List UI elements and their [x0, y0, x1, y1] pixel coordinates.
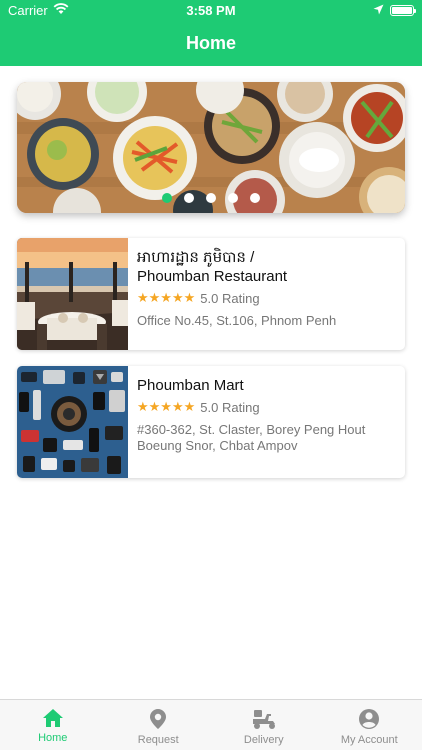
location-arrow-icon	[373, 3, 384, 18]
store-rating: ★★★★★ 5.0 Rating	[137, 290, 399, 306]
tab-label: Home	[38, 732, 68, 744]
tab-label: Request	[137, 734, 179, 746]
store-name: Phoumban Mart	[137, 377, 244, 394]
page-title: Home	[185, 33, 236, 53]
tab-label: Delivery	[243, 734, 284, 746]
restaurant-thumbnail	[17, 238, 128, 350]
carousel-dot[interactable]	[228, 193, 238, 203]
store-card-body: Phoumban Mart ★★★★★ 5.0 Rating #360-362,…	[137, 376, 399, 454]
tab-delivery[interactable]: Delivery	[211, 700, 317, 750]
tab-my-account[interactable]: My Account	[317, 700, 422, 750]
app-header: Carrier 3:58 PM Home	[0, 0, 422, 66]
mart-thumbnail	[17, 366, 128, 478]
carousel-dot[interactable]	[184, 193, 194, 203]
status-right	[373, 3, 416, 18]
carousel-page-indicator[interactable]	[17, 193, 405, 203]
account-icon	[359, 709, 380, 729]
store-name-line: អាហារដ្ឋាន ភូមិបាន /	[137, 249, 255, 266]
tab-home[interactable]: Home	[0, 700, 106, 750]
store-address: #360-362, St. Claster, Borey Peng Hout B…	[137, 422, 366, 453]
battery-icon	[390, 5, 416, 16]
tab-label: My Account	[340, 734, 398, 746]
tab-bar: Home Request Delivery My Account	[0, 699, 422, 750]
rating-text: 5.0 Rating	[200, 399, 260, 415]
carousel-dot[interactable]	[206, 193, 216, 203]
store-card-body: អាហារដ្ឋាន ភូមិបាន / Phoumban Restaurant…	[137, 248, 399, 329]
rating-text: 5.0 Rating	[200, 290, 260, 306]
tab-request[interactable]: Request	[106, 700, 212, 750]
store-name: អាហារដ្ឋាន ភូមិបាន / Phoumban Restaurant	[137, 248, 399, 286]
status-bar: Carrier 3:58 PM	[0, 0, 422, 22]
status-time: 3:58 PM	[186, 3, 236, 18]
store-address: Office No.45, St.106, Phnom Penh	[137, 313, 337, 328]
carousel-dot[interactable]	[250, 193, 260, 203]
map-pin-icon	[150, 709, 167, 729]
store-name-line: Phoumban Restaurant	[137, 268, 288, 285]
banner-carousel[interactable]	[17, 82, 405, 213]
store-card-restaurant[interactable]: អាហារដ្ឋាន ភូមិបាន / Phoumban Restaurant…	[17, 238, 405, 350]
store-rating: ★★★★★ 5.0 Rating	[137, 399, 399, 415]
home-icon	[42, 709, 63, 727]
star-rating-icon: ★★★★★	[137, 290, 196, 305]
scooter-icon	[252, 710, 275, 729]
carousel-dot[interactable]	[162, 193, 172, 203]
battery-level	[392, 7, 412, 14]
star-rating-icon: ★★★★★	[137, 399, 196, 414]
store-card-mart[interactable]: Phoumban Mart ★★★★★ 5.0 Rating #360-362,…	[17, 366, 405, 478]
